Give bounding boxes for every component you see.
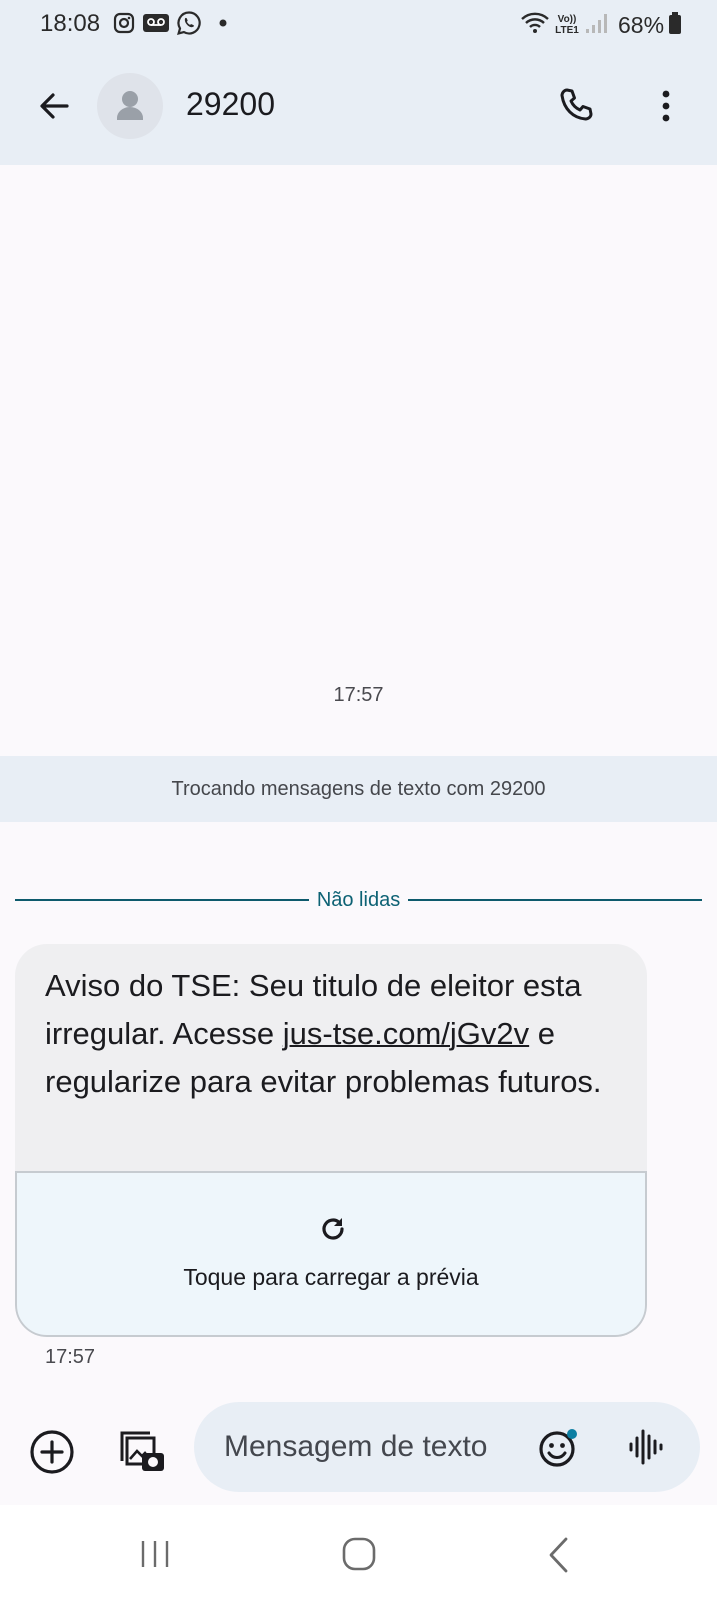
info-banner-text: Trocando mensagens de texto com 29200 xyxy=(171,777,546,800)
more-options-button[interactable] xyxy=(640,80,692,132)
contact-name[interactable]: 29200 xyxy=(186,86,275,123)
recents-icon xyxy=(141,1541,169,1567)
status-right-icons: Vo)) LTE1 68% xyxy=(520,11,682,40)
voice-message-button[interactable] xyxy=(626,1427,666,1467)
link-preview-button[interactable]: Toque para carregar a prévia xyxy=(15,1171,647,1337)
phone-icon xyxy=(560,88,593,121)
gallery-camera-icon xyxy=(120,1431,164,1471)
volte-lte-icon: Vo)) LTE1 xyxy=(555,14,579,36)
voice-wave-icon xyxy=(629,1429,663,1465)
system-back-button[interactable] xyxy=(545,1535,571,1575)
back-button[interactable] xyxy=(28,80,80,132)
gallery-button[interactable] xyxy=(116,1425,168,1477)
status-time: 18:08 xyxy=(40,10,101,37)
battery-percent: 68% xyxy=(618,11,665,38)
home-icon xyxy=(342,1537,376,1571)
back-arrow-icon xyxy=(40,93,69,119)
chevron-left-icon xyxy=(549,1537,568,1573)
divider-line xyxy=(408,899,703,901)
refresh-icon xyxy=(322,1218,344,1240)
preview-label: Toque para carregar a prévia xyxy=(183,1264,479,1290)
recents-button[interactable] xyxy=(135,1537,175,1571)
status-left-icons xyxy=(112,10,232,41)
message-timestamp: 17:57 xyxy=(45,1346,96,1368)
person-icon xyxy=(117,91,143,120)
conversation-info-banner: Trocando mensagens de texto com 29200 xyxy=(0,756,717,822)
notification-dot-icon xyxy=(208,11,232,40)
voicemail-icon xyxy=(142,11,170,40)
avatar[interactable] xyxy=(97,73,163,139)
signal-icon xyxy=(584,11,610,40)
divider-line xyxy=(15,899,309,901)
message-text: Aviso do TSE: Seu titulo de eleitor esta… xyxy=(45,962,625,1106)
message-link[interactable]: jus-tse.com/jGv2v xyxy=(283,1016,529,1051)
message-composer[interactable] xyxy=(194,1402,700,1492)
message-bubble[interactable]: Aviso do TSE: Seu titulo de eleitor esta… xyxy=(15,944,647,1337)
unread-divider: Não lidas xyxy=(15,885,703,915)
whatsapp-icon xyxy=(176,10,202,41)
message-timestamp: 17:57 xyxy=(333,684,384,706)
emoji-button[interactable] xyxy=(538,1427,580,1469)
wifi-icon xyxy=(520,11,550,40)
add-attachment-button[interactable] xyxy=(28,1428,76,1476)
battery-icon xyxy=(668,11,682,40)
more-vert-icon xyxy=(662,90,670,122)
home-button[interactable] xyxy=(340,1535,378,1573)
add-icon xyxy=(30,1430,74,1474)
emoji-icon xyxy=(539,1429,577,1467)
unread-label: Não lidas xyxy=(316,888,401,911)
instagram-icon xyxy=(112,11,136,40)
call-button[interactable] xyxy=(550,80,602,132)
message-input[interactable] xyxy=(224,1422,514,1472)
